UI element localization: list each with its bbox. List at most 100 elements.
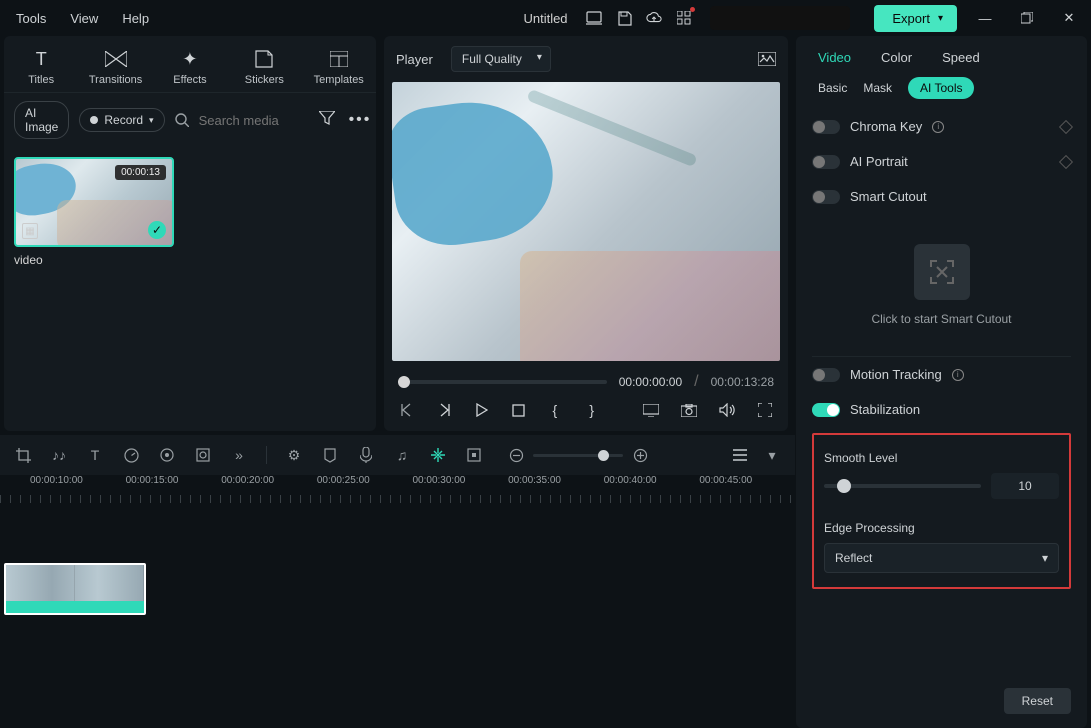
smooth-level-label: Smooth Level: [824, 451, 1059, 465]
zoom-out-button[interactable]: [507, 446, 525, 464]
highlighted-settings: Smooth Level 10 Edge Processing Reflect▾: [812, 433, 1071, 589]
tab-stickers[interactable]: Stickers: [234, 48, 294, 86]
toggle-ai-portrait[interactable]: [812, 155, 840, 169]
templates-icon: [309, 48, 369, 70]
duration-badge: 00:00:13: [115, 165, 166, 180]
record-button[interactable]: Record▾: [79, 108, 164, 132]
tab-transitions[interactable]: Transitions: [86, 48, 146, 86]
info-icon[interactable]: i: [932, 121, 944, 133]
volume-icon[interactable]: [719, 401, 735, 419]
tab-titles[interactable]: TTitles: [11, 48, 71, 86]
record-dot-icon: [90, 116, 98, 124]
save-icon[interactable]: [616, 10, 632, 26]
settings-icon[interactable]: ⚙: [285, 446, 303, 464]
time-current: 00:00:00:00: [619, 375, 682, 389]
toggle-smart-cutout[interactable]: [812, 190, 840, 204]
smart-cutout-hint: Click to start Smart Cutout: [812, 312, 1071, 326]
menu-help[interactable]: Help: [122, 11, 149, 26]
subtab-basic[interactable]: Basic: [818, 81, 847, 95]
music-icon[interactable]: ♪♪: [50, 446, 68, 464]
zoom-slider[interactable]: [533, 454, 623, 457]
toggle-chroma-key[interactable]: [812, 120, 840, 134]
audio-mix-icon[interactable]: ♫: [393, 446, 411, 464]
display-icon[interactable]: [643, 401, 659, 419]
magnet-icon[interactable]: [429, 446, 447, 464]
subtab-mask[interactable]: Mask: [863, 81, 892, 95]
account-box[interactable]: [710, 6, 850, 30]
tab-effects[interactable]: ✦Effects: [160, 48, 220, 86]
scrub-bar[interactable]: [398, 380, 607, 384]
preview-viewport[interactable]: [392, 82, 780, 361]
chevron-down-icon: ▾: [938, 13, 943, 24]
camera-icon[interactable]: [681, 401, 697, 419]
media-clip[interactable]: 00:00:13 ▦ ✓ video: [14, 157, 174, 267]
stop-button[interactable]: [511, 401, 526, 419]
search-icon[interactable]: [175, 112, 189, 128]
mark-in-button[interactable]: {: [547, 401, 562, 419]
tab-templates[interactable]: Templates: [309, 48, 369, 86]
reset-button[interactable]: Reset: [1004, 688, 1071, 714]
quality-select[interactable]: Full Quality: [451, 46, 551, 72]
more-icon[interactable]: •••: [349, 111, 372, 129]
crop-icon[interactable]: [14, 446, 32, 464]
track-view-icon[interactable]: [731, 446, 749, 464]
effects-icon: ✦: [160, 48, 220, 70]
maximize-button[interactable]: [1013, 4, 1041, 32]
smooth-level-slider[interactable]: [824, 484, 981, 488]
close-button[interactable]: ✕: [1055, 4, 1083, 32]
snapshot-icon[interactable]: [758, 52, 776, 66]
color-icon[interactable]: [158, 446, 176, 464]
info-icon[interactable]: i: [952, 369, 964, 381]
clip-thumbnail[interactable]: 00:00:13 ▦ ✓: [14, 157, 174, 247]
keyframe-icon[interactable]: [1059, 119, 1073, 133]
tab-color[interactable]: Color: [881, 50, 912, 65]
speed-icon[interactable]: [122, 446, 140, 464]
timeline-ruler[interactable]: 00:00:10:00 00:00:15:00 00:00:20:00 00:0…: [0, 475, 795, 503]
text-icon[interactable]: T: [86, 446, 104, 464]
menu-tools[interactable]: Tools: [16, 11, 46, 26]
time-total: 00:00:13:28: [711, 375, 774, 389]
apps-icon[interactable]: [676, 10, 692, 26]
mic-icon[interactable]: [357, 446, 375, 464]
subtab-ai-tools[interactable]: AI Tools: [908, 77, 974, 99]
toggle-motion-tracking[interactable]: [812, 368, 840, 382]
next-frame-button[interactable]: [437, 401, 452, 419]
chevron-down-icon: ▾: [149, 115, 154, 126]
toggle-stabilization[interactable]: [812, 403, 840, 417]
zoom-in-button[interactable]: [631, 446, 649, 464]
timeline-clip[interactable]: [4, 563, 146, 615]
titles-icon: T: [11, 48, 71, 70]
frame-icon[interactable]: [465, 446, 483, 464]
tab-video[interactable]: Video: [818, 50, 851, 65]
edge-processing-label: Edge Processing: [824, 521, 1059, 535]
chevron-down-icon: ▾: [1042, 551, 1048, 565]
timeline-settings-icon[interactable]: ▾: [763, 446, 781, 464]
mark-out-button[interactable]: }: [584, 401, 599, 419]
search-input[interactable]: [199, 113, 309, 128]
marker-icon[interactable]: [321, 446, 339, 464]
expand-icon[interactable]: »: [230, 446, 248, 464]
smooth-level-value[interactable]: 10: [991, 473, 1059, 499]
menu-view[interactable]: View: [70, 11, 98, 26]
minimize-button[interactable]: —: [971, 4, 999, 32]
edge-processing-select[interactable]: Reflect▾: [824, 543, 1059, 573]
smart-cutout-icon[interactable]: [914, 244, 970, 300]
play-button[interactable]: [474, 401, 489, 419]
device-icon[interactable]: [586, 10, 602, 26]
player-label: Player: [396, 52, 433, 67]
checkmark-icon: ✓: [148, 221, 166, 239]
cloud-icon[interactable]: [646, 10, 662, 26]
keyframe-icon[interactable]: [1059, 154, 1073, 168]
export-button[interactable]: Export▾: [874, 5, 957, 32]
ai-image-button[interactable]: AI Image: [14, 101, 69, 139]
prev-frame-button[interactable]: [400, 401, 415, 419]
transitions-icon: [86, 48, 146, 70]
stickers-icon: [234, 48, 294, 70]
fullscreen-icon[interactable]: [757, 401, 772, 419]
greenscreen-icon[interactable]: [194, 446, 212, 464]
filter-icon[interactable]: [319, 111, 335, 129]
document-title: Untitled: [523, 11, 567, 26]
clip-name: video: [14, 253, 174, 267]
add-to-timeline-icon[interactable]: ▦: [22, 223, 38, 239]
tab-speed[interactable]: Speed: [942, 50, 980, 65]
